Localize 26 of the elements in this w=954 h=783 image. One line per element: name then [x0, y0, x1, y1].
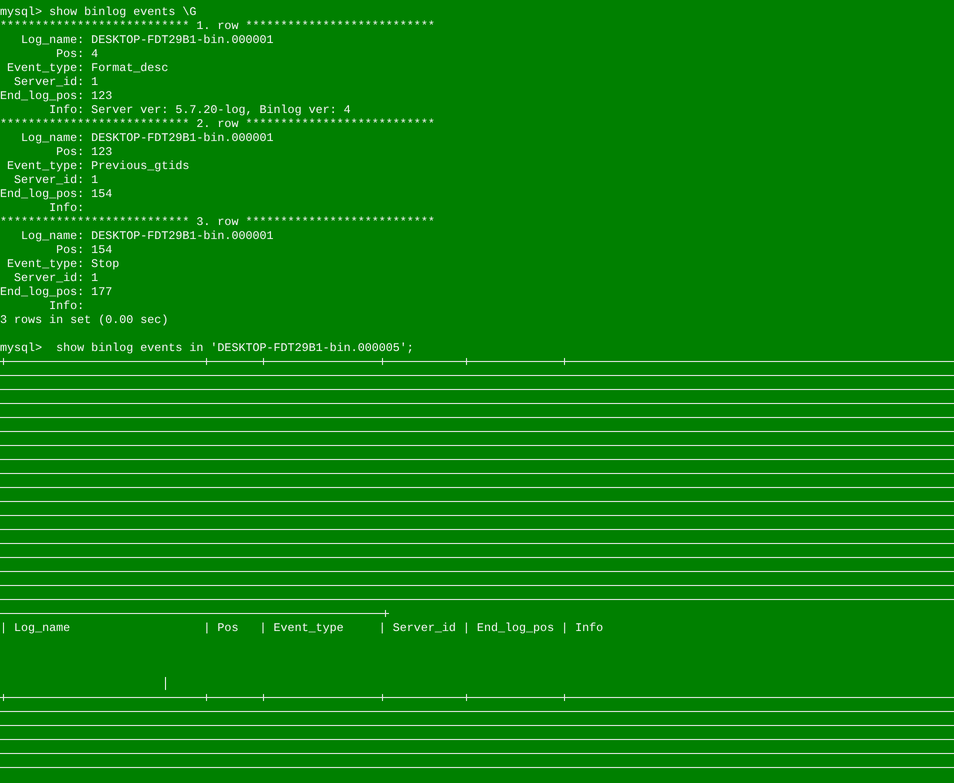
command-line: mysql> show binlog events in 'DESKTOP-FDT29B1-bin.000005';	[0, 341, 414, 355]
terminal-line: Pos: 123	[55, 145, 112, 159]
text-cursor	[165, 677, 166, 690]
terminal-line: Info: Server ver: 5.7.20-log, Binlog ver: 4	[48, 103, 351, 117]
terminal-line: Event_type: Previous_gtids	[6, 159, 190, 173]
terminal-line: End_log_pos: 177	[0, 285, 112, 299]
terminal-line: Server_id: 1	[13, 271, 98, 285]
terminal-line: Server_id: 1	[13, 173, 98, 187]
terminal-line: Event_type: Format_desc	[6, 61, 168, 75]
table-header: | Log_name | Pos | Event_type | Server_id | End_log_pos | Info	[0, 621, 604, 635]
terminal-line: Info:	[48, 299, 84, 313]
terminal-line: End_log_pos: 123	[0, 89, 112, 103]
terminal-line: Log_name: DESKTOP-FDT29B1-bin.000001	[20, 229, 274, 243]
terminal-line: 3 rows in set (0.00 sec)	[0, 313, 168, 327]
terminal-line: Log_name: DESKTOP-FDT29B1-bin.000001	[20, 33, 274, 47]
terminal-line: *************************** 2. row ***************************	[0, 117, 435, 131]
terminal-line: mysql> show binlog events \G	[0, 5, 196, 19]
terminal-line: Log_name: DESKTOP-FDT29B1-bin.000001	[20, 131, 274, 145]
terminal-line: Event_type: Stop	[6, 257, 120, 271]
terminal-line: Info:	[48, 201, 84, 215]
terminal-line: *************************** 1. row ***************************	[0, 19, 435, 33]
terminal-line: Pos: 4	[55, 47, 98, 61]
terminal-line: Server_id: 1	[13, 75, 98, 89]
terminal-line: Pos: 154	[55, 243, 112, 257]
terminal-line: *************************** 3. row ***************************	[0, 215, 435, 229]
terminal-line: End_log_pos: 154	[0, 187, 112, 201]
